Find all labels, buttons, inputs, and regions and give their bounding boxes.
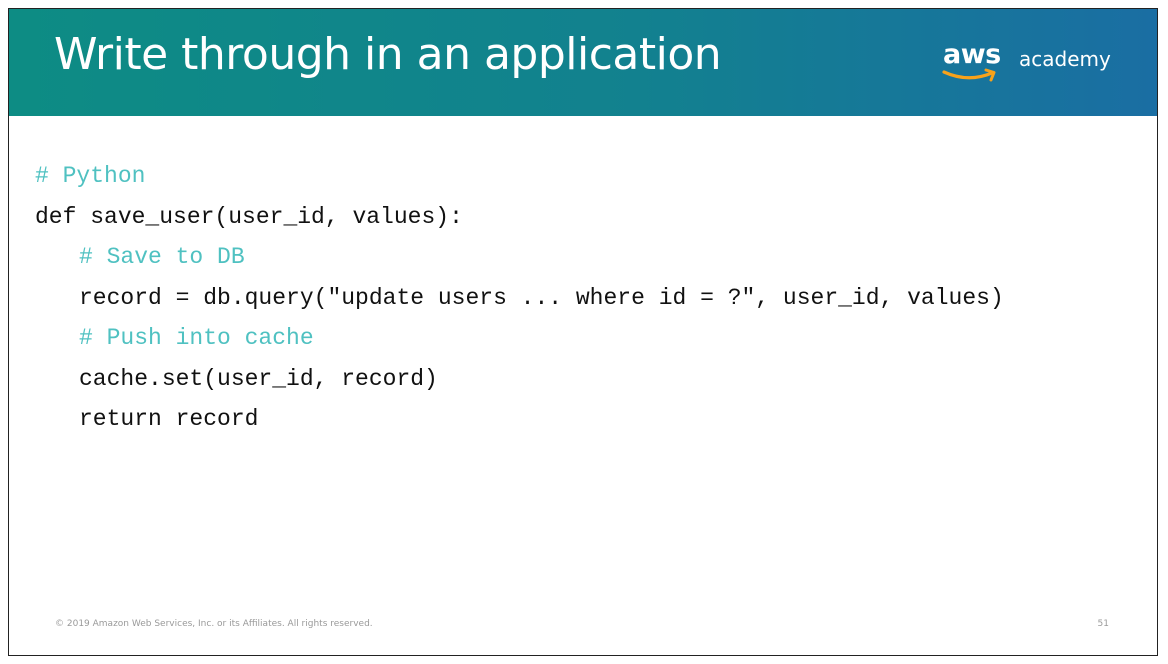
code-comment-line: # Python bbox=[35, 163, 146, 189]
aws-academy-logo: aws academy bbox=[937, 33, 1117, 93]
code-line: cache.set(user_id, record) bbox=[79, 365, 438, 392]
logo-wordmark: aws bbox=[943, 39, 1001, 70]
code-block: # Python def save_user(user_id, values): #… bbox=[35, 156, 1004, 440]
code-line: return record bbox=[79, 406, 259, 432]
slide-header: Write through in an application aws acad… bbox=[9, 9, 1157, 116]
code-comment-line: # Save to DB bbox=[79, 244, 245, 270]
smile-arrow-icon bbox=[942, 68, 996, 82]
code-comment-line: # Push into cache bbox=[79, 325, 314, 351]
copyright-notice: © 2019 Amazon Web Services, Inc. or its … bbox=[55, 619, 373, 629]
code-line: def save_user(user_id, values): bbox=[35, 203, 463, 230]
code-line: record = db.query("update users ... wher… bbox=[79, 284, 1004, 311]
page-number: 51 bbox=[1097, 619, 1109, 629]
logo-suffix: academy bbox=[1019, 47, 1111, 71]
slide: Write through in an application aws acad… bbox=[8, 8, 1158, 656]
slide-title: Write through in an application bbox=[54, 29, 722, 80]
